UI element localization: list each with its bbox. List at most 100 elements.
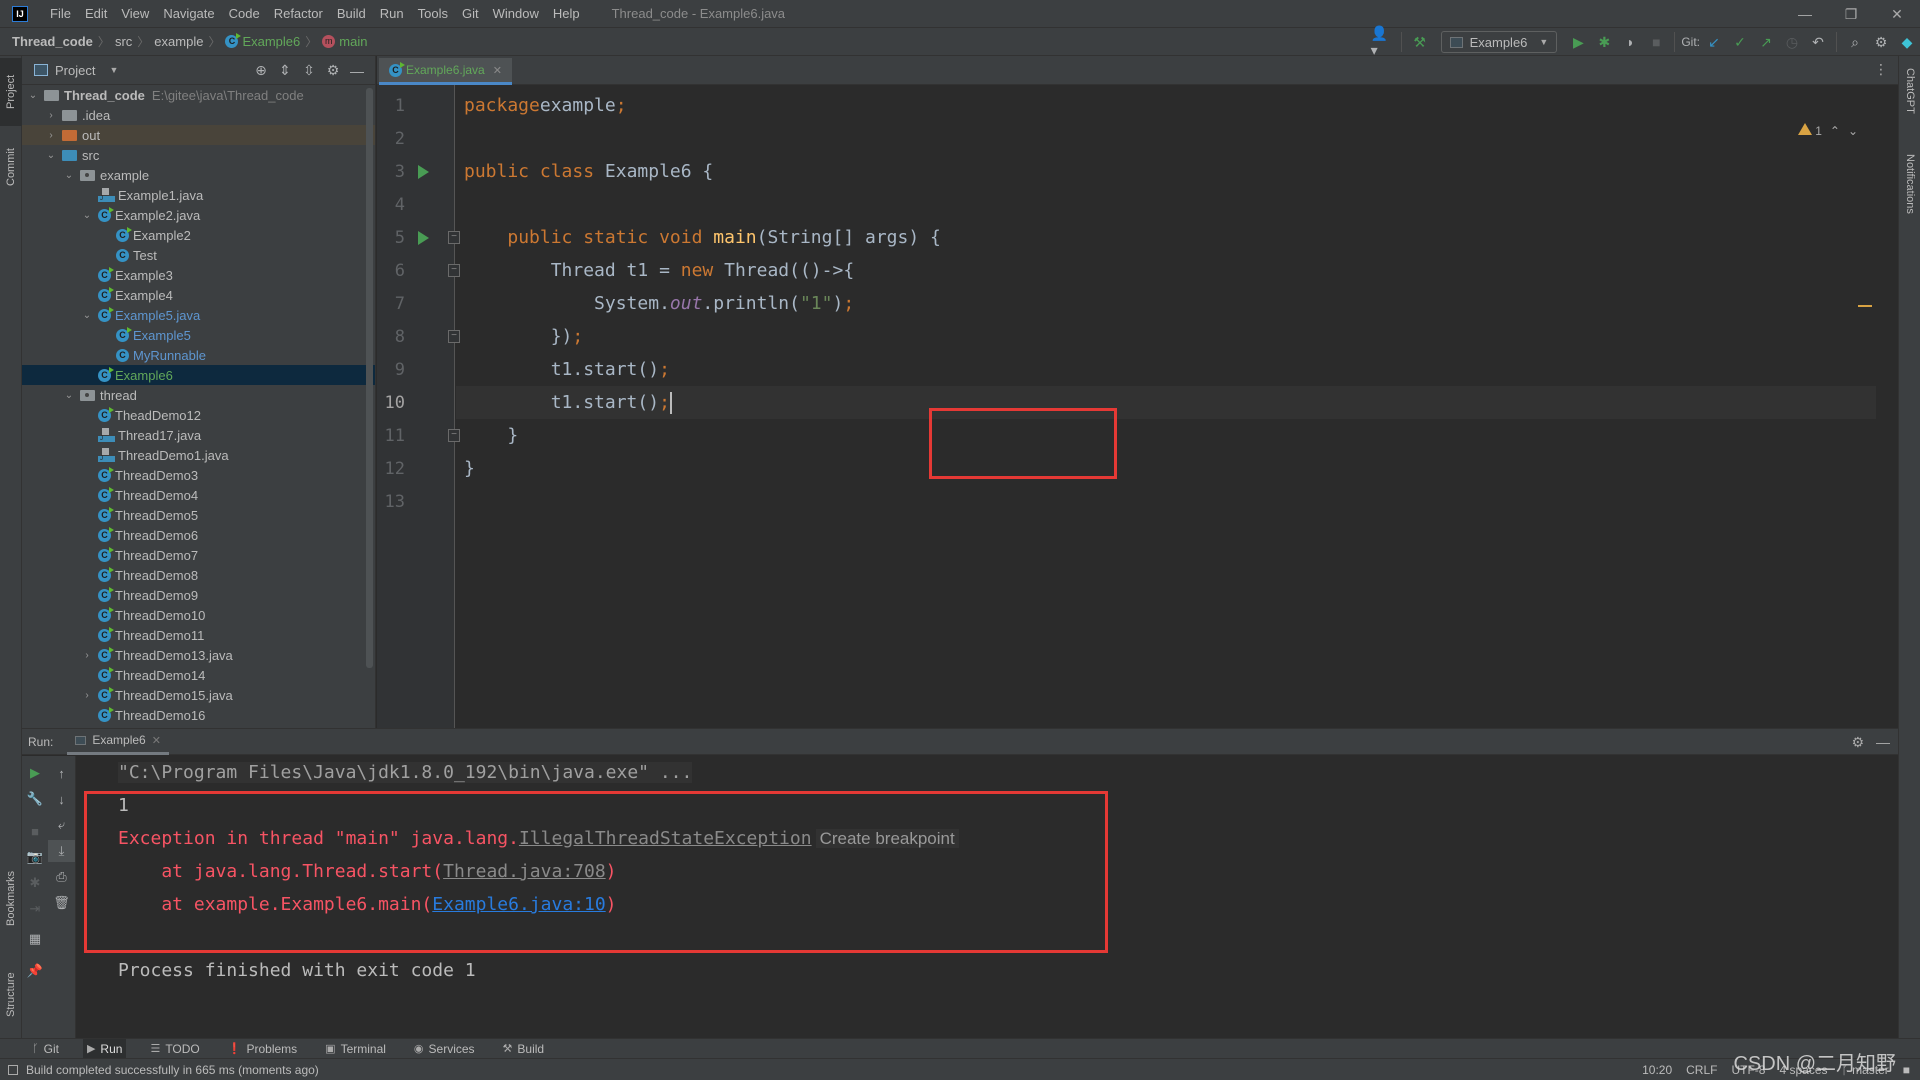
caret-position[interactable]: 10:20 bbox=[1642, 1063, 1672, 1077]
locate-icon[interactable]: ⊕ bbox=[249, 62, 273, 79]
toggle-tool-windows-icon[interactable] bbox=[8, 1064, 18, 1075]
menu-navigate[interactable]: Navigate bbox=[163, 6, 214, 21]
line-number[interactable]: 5 bbox=[377, 228, 405, 248]
minimize-button[interactable]: — bbox=[1782, 0, 1828, 28]
tree-item[interactable]: C Example2 bbox=[22, 225, 375, 245]
close-tab-icon[interactable]: ✕ bbox=[152, 734, 161, 747]
menu-file[interactable]: File bbox=[50, 6, 71, 21]
tree-item[interactable]: C ThreadDemo4 bbox=[22, 485, 375, 505]
jetbrains-toolbox-icon[interactable]: ◆ bbox=[1895, 31, 1919, 53]
breadcrumb-src[interactable]: src bbox=[115, 34, 132, 49]
menu-edit[interactable]: Edit bbox=[85, 6, 107, 21]
chevron-right-icon[interactable]: › bbox=[44, 110, 58, 121]
line-number[interactable]: 13 bbox=[377, 492, 405, 512]
collapse-all-icon[interactable]: ⇳ bbox=[297, 62, 321, 79]
code-line[interactable]: }); bbox=[456, 320, 1876, 353]
layout-icon[interactable]: ▦ bbox=[22, 928, 48, 950]
editor-tab-example6[interactable]: C Example6.java ✕ bbox=[379, 58, 512, 85]
rollback-icon[interactable]: ↶ bbox=[1806, 31, 1830, 53]
search-icon[interactable]: ⌕ bbox=[1843, 31, 1867, 53]
tree-item[interactable]: C ThreadDemo14 bbox=[22, 665, 375, 685]
breadcrumb-project[interactable]: Thread_code bbox=[12, 34, 93, 49]
line-number[interactable]: 11 bbox=[377, 426, 405, 446]
chevron-down-icon[interactable]: ⌄ bbox=[80, 210, 94, 221]
chevron-down-icon[interactable]: ⌄ bbox=[80, 310, 94, 321]
intellij-logo-icon[interactable]: IJ bbox=[12, 5, 28, 22]
settings-gear-icon[interactable]: ⚙ bbox=[1851, 734, 1864, 751]
tree-root[interactable]: ⌄ Thread_code E:\gitee\java\Thread_code bbox=[22, 85, 375, 105]
menu-tools[interactable]: Tools bbox=[418, 6, 448, 21]
code-line[interactable]: packageexample; bbox=[456, 89, 1876, 122]
tree-item[interactable]: C ThreadDemo6 bbox=[22, 525, 375, 545]
settings-gear-icon[interactable]: ⚙ bbox=[1869, 31, 1893, 53]
project-tree-scrollbar[interactable] bbox=[366, 88, 373, 668]
menu-run[interactable]: Run bbox=[380, 6, 404, 21]
hide-panel-icon[interactable]: — bbox=[345, 63, 369, 79]
coverage-icon[interactable]: ◗ bbox=[1618, 31, 1642, 53]
tool-tab-problems[interactable]: ❗ Problems bbox=[224, 1039, 301, 1059]
tree-item[interactable]: › .idea bbox=[22, 105, 375, 125]
scroll-to-end-icon[interactable]: ⤓ bbox=[48, 840, 75, 862]
tree-item[interactable]: C ThreadDemo7 bbox=[22, 545, 375, 565]
debug-icon[interactable]: ✱ bbox=[1592, 31, 1616, 53]
tool-tab-todo[interactable]: ☰ TODO bbox=[146, 1039, 203, 1059]
tree-item[interactable]: ⌄ C Example2.java bbox=[22, 205, 375, 225]
tree-item[interactable]: ⌄ src bbox=[22, 145, 375, 165]
tree-item[interactable]: C TheadDemo12 bbox=[22, 405, 375, 425]
tool-tab-build[interactable]: ⚒ Build bbox=[499, 1039, 549, 1059]
memory-indicator-icon[interactable]: ■ bbox=[1903, 1063, 1910, 1077]
breadcrumb-example[interactable]: example bbox=[154, 34, 203, 49]
commit-tool-tab[interactable]: Commit bbox=[0, 136, 22, 198]
run-icon[interactable]: ▶ bbox=[1566, 31, 1590, 53]
tree-item[interactable]: C Example6 bbox=[22, 365, 375, 385]
chevron-down-icon[interactable]: ⌄ bbox=[62, 170, 76, 181]
up-arrow-icon[interactable]: ↑ bbox=[48, 762, 75, 784]
code-line[interactable]: } bbox=[456, 419, 1876, 452]
code-line[interactable]: t1.start(); bbox=[456, 386, 1876, 419]
chevron-down-icon[interactable]: ⌄ bbox=[62, 390, 76, 401]
settings-gear-icon[interactable]: ⚙ bbox=[321, 62, 345, 79]
line-separator[interactable]: CRLF bbox=[1686, 1063, 1717, 1077]
code-line[interactable]: public class Example6 { bbox=[456, 155, 1876, 188]
tree-item[interactable]: C Example4 bbox=[22, 285, 375, 305]
stop-icon[interactable]: ■ bbox=[1644, 31, 1668, 53]
code-line[interactable] bbox=[456, 485, 1876, 518]
status-message[interactable]: Build completed successfully in 665 ms (… bbox=[8, 1063, 319, 1077]
breadcrumb-class[interactable]: C Example6 bbox=[225, 33, 300, 49]
tree-item[interactable]: ⌄ thread bbox=[22, 385, 375, 405]
code-line[interactable] bbox=[456, 188, 1876, 221]
git-push-icon[interactable]: ↗ bbox=[1754, 31, 1778, 53]
editor-gutter[interactable]: 1 2 3 4 5−6−7 8−9 10 11−12 13 bbox=[377, 85, 460, 728]
exit-icon[interactable]: ⇥ bbox=[22, 898, 48, 920]
menu-build[interactable]: Build bbox=[337, 6, 366, 21]
down-arrow-icon[interactable]: ↓ bbox=[48, 788, 75, 810]
tree-item[interactable]: C ThreadDemo3 bbox=[22, 465, 375, 485]
line-number[interactable]: 1 bbox=[377, 96, 405, 116]
tool-tab-git[interactable]: ᚴ Git bbox=[28, 1039, 63, 1059]
menu-help[interactable]: Help bbox=[553, 6, 580, 21]
code-line[interactable] bbox=[456, 122, 1876, 155]
tree-item[interactable]: C ThreadDemo11 bbox=[22, 625, 375, 645]
git-update-icon[interactable]: ↙ bbox=[1702, 31, 1726, 53]
line-number[interactable]: 6 bbox=[377, 261, 405, 281]
soft-wrap-icon[interactable]: ⤶ bbox=[48, 814, 75, 836]
bookmarks-tool-tab[interactable]: Bookmarks bbox=[0, 858, 22, 938]
chevron-right-icon[interactable]: › bbox=[80, 650, 94, 661]
code-line[interactable]: Thread t1 = new Thread(()->{ bbox=[456, 254, 1876, 287]
notifications-tool-tab[interactable]: Notifications bbox=[1899, 154, 1920, 254]
gutter-run-icon[interactable] bbox=[418, 165, 429, 179]
tree-item[interactable]: Example1.java bbox=[22, 185, 375, 205]
tool-tab-services[interactable]: ◉ Services bbox=[410, 1039, 479, 1059]
tree-item[interactable]: › C ThreadDemo13.java bbox=[22, 645, 375, 665]
chevron-down-icon[interactable]: ⌄ bbox=[44, 150, 58, 161]
breadcrumb-method[interactable]: m main bbox=[322, 34, 367, 49]
close-window-button[interactable]: ✕ bbox=[1874, 0, 1920, 28]
tree-item[interactable]: › out bbox=[22, 125, 375, 145]
line-number[interactable]: 12 bbox=[377, 459, 405, 479]
run-configuration-select[interactable]: Example6 ▼ bbox=[1440, 31, 1558, 53]
print-icon[interactable]: ⎙ bbox=[48, 866, 75, 888]
more-options-icon[interactable]: ⋮ bbox=[1874, 61, 1888, 78]
project-tree[interactable]: ⌄ Thread_code E:\gitee\java\Thread_code … bbox=[22, 85, 375, 725]
gutter-run-icon[interactable] bbox=[418, 231, 429, 245]
line-number[interactable]: 4 bbox=[377, 195, 405, 215]
